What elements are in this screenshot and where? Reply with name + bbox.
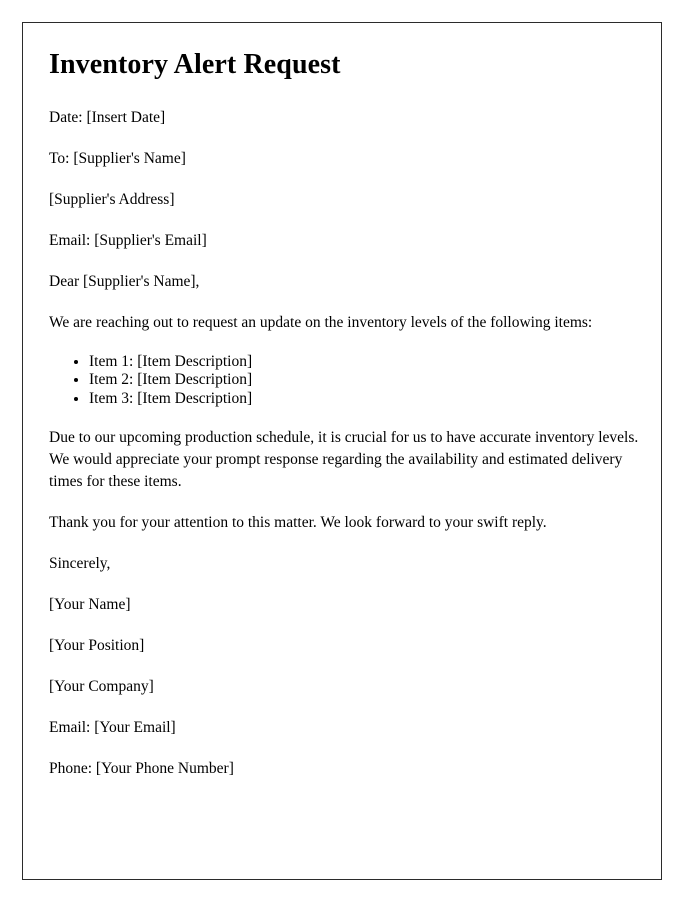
list-item: Item 3: [Item Description]: [89, 390, 639, 408]
intro-paragraph: We are reaching out to request an update…: [49, 314, 593, 332]
signature-position: [Your Position]: [49, 637, 145, 655]
signature-email: Email: [Your Email]: [49, 719, 176, 737]
signature-phone: Phone: [Your Phone Number]: [49, 760, 234, 778]
inventory-item-list: Item 1: [Item Description] Item 2: [Item…: [49, 353, 639, 408]
date-line: Date: [Insert Date]: [49, 109, 166, 127]
signature-company: [Your Company]: [49, 678, 154, 696]
sign-off: Sincerely,: [49, 555, 111, 573]
recipient-address-line: [Supplier's Address]: [49, 191, 175, 209]
salutation: Dear [Supplier's Name],: [49, 273, 200, 291]
document-page: Inventory Alert Request Date: [Insert Da…: [22, 22, 662, 880]
closing-paragraph: Thank you for your attention to this mat…: [49, 514, 547, 532]
signature-name: [Your Name]: [49, 596, 131, 614]
page-title: Inventory Alert Request: [49, 49, 341, 80]
body-paragraph: Due to our upcoming production schedule,…: [49, 429, 639, 491]
list-item: Item 2: [Item Description]: [89, 371, 639, 389]
list-item: Item 1: [Item Description]: [89, 353, 639, 371]
document-content: Inventory Alert Request Date: [Insert Da…: [49, 49, 639, 799]
recipient-email-line: Email: [Supplier's Email]: [49, 232, 207, 250]
recipient-name-line: To: [Supplier's Name]: [49, 150, 186, 168]
